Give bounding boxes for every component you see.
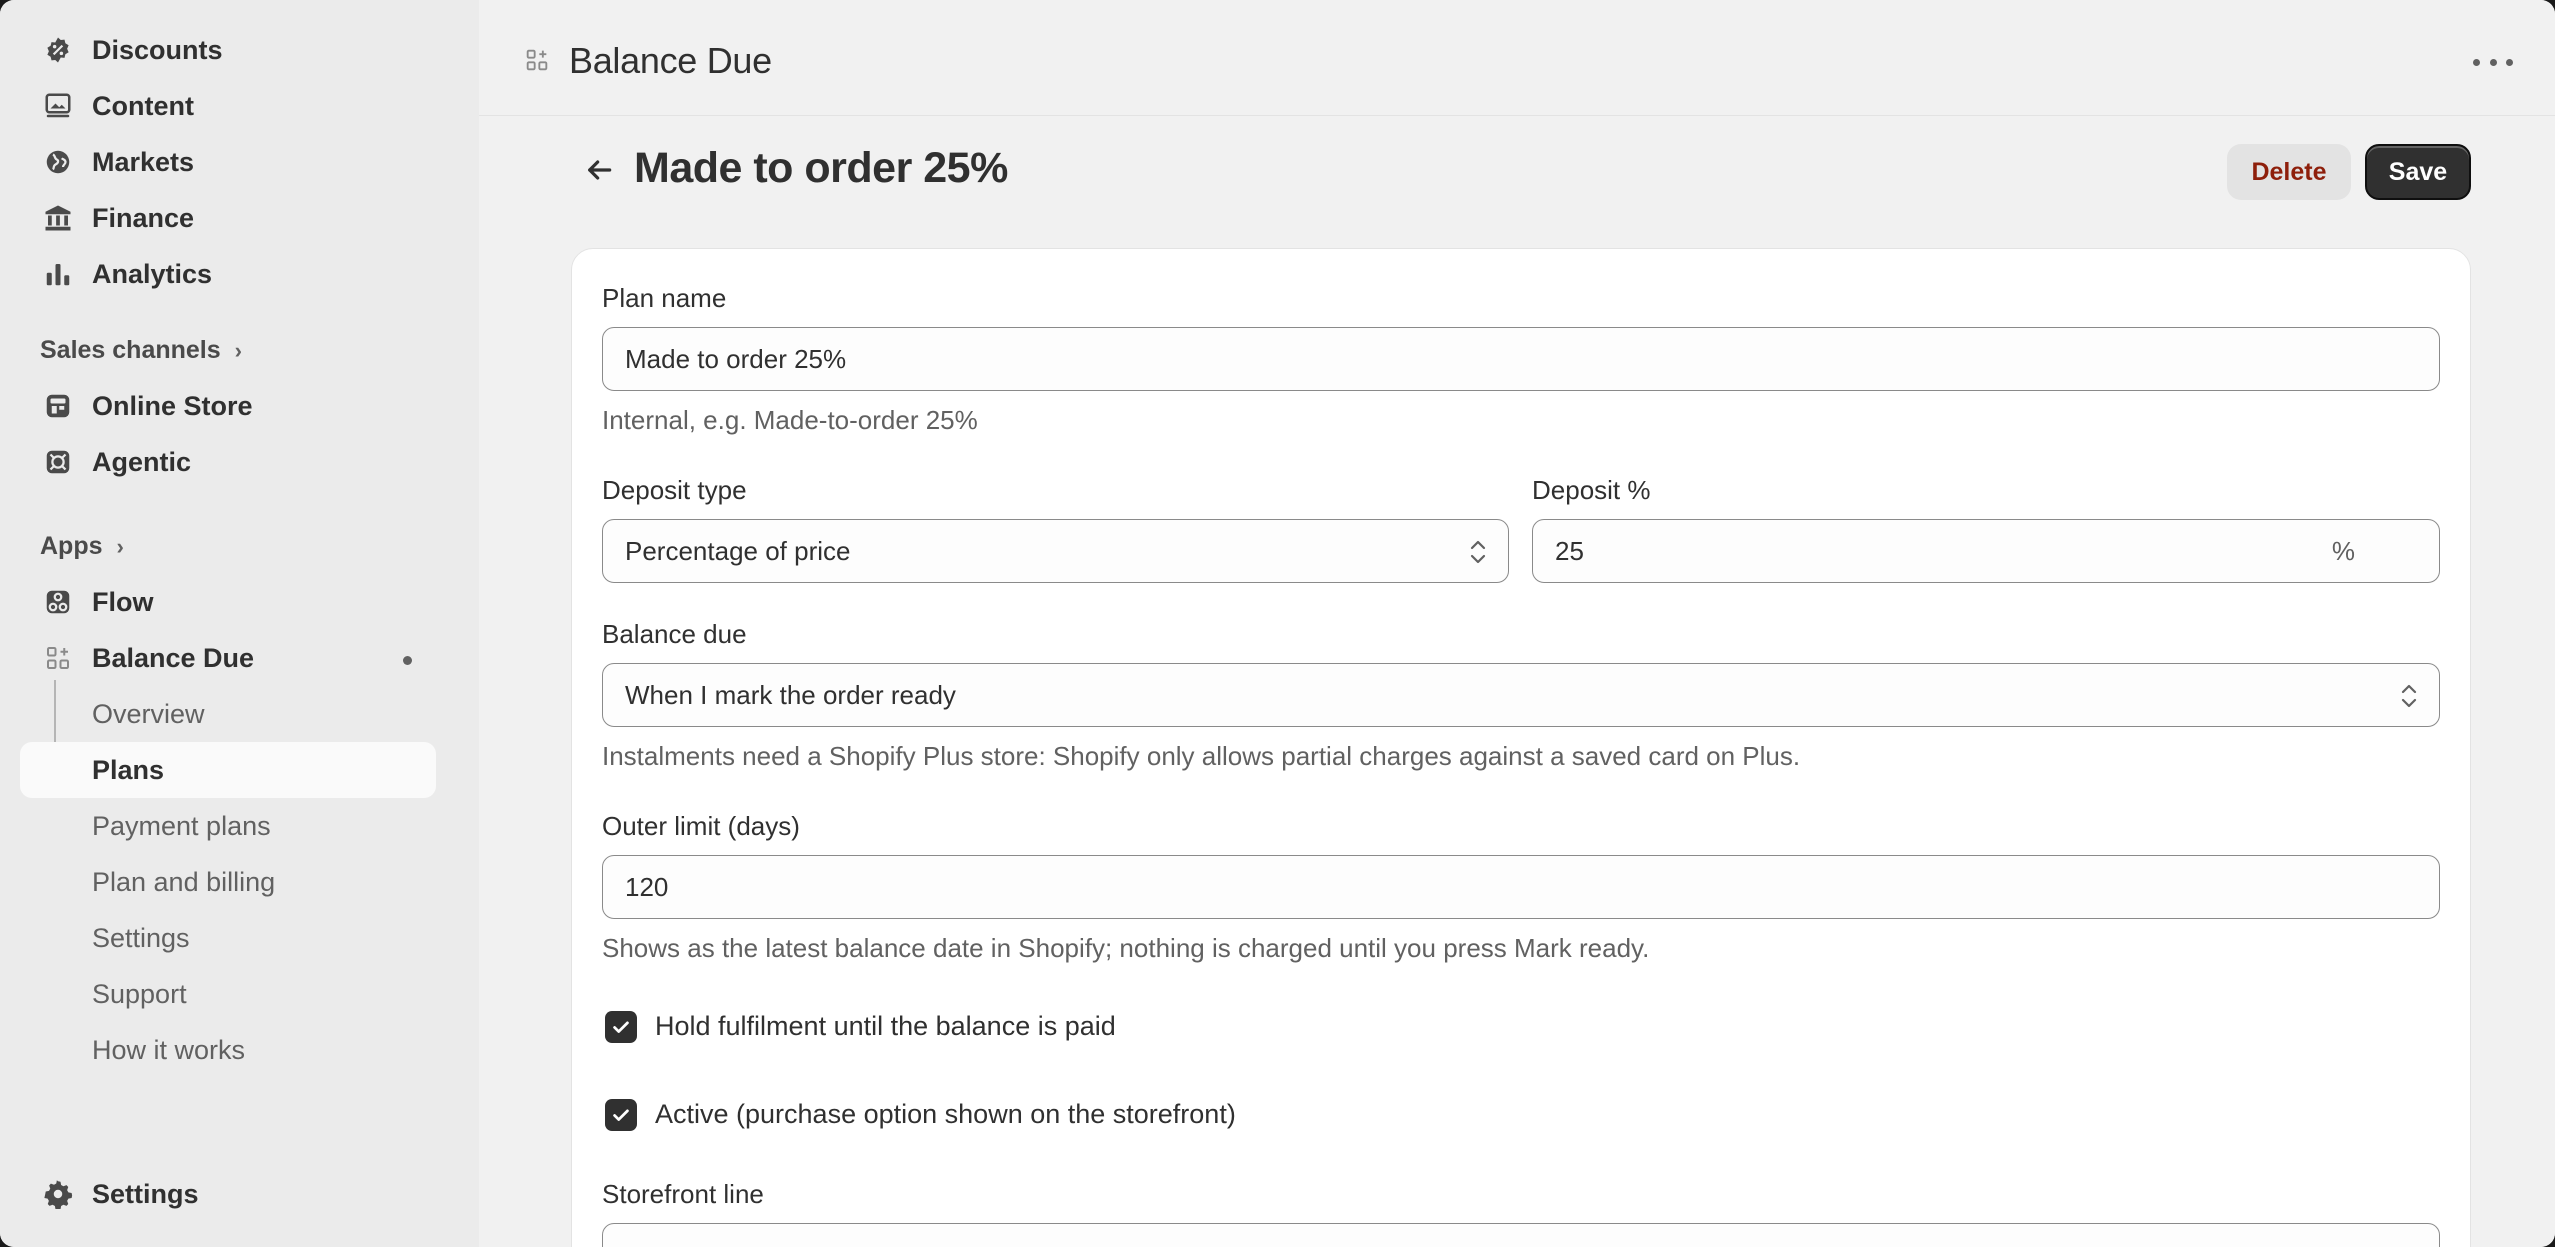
hold-fulfilment-checkbox[interactable] (605, 1011, 637, 1043)
sidebar-subitem-how-it-works[interactable]: How it works (20, 1022, 436, 1078)
storefront-line-label: Storefront line (602, 1179, 764, 1209)
outer-limit-value: 120 (625, 871, 669, 902)
bar-chart-icon (32, 248, 84, 300)
active-label[interactable]: Active (purchase option shown on the sto… (655, 1099, 1236, 1130)
sidebar-subitem-plans[interactable]: Plans (20, 742, 436, 798)
bank-icon (32, 192, 84, 244)
sidebar-item-analytics[interactable]: Analytics (20, 248, 436, 300)
deposit-percent-label: Deposit % (1532, 475, 1651, 505)
select-arrows-icon (1468, 538, 1488, 566)
sidebar-item-balance-due[interactable]: Balance Due (20, 632, 436, 684)
sidebar-item-label: Agentic (92, 446, 192, 477)
deposit-type-value: Percentage of price (625, 535, 851, 566)
sidebar-item-label: Online Store (92, 390, 253, 421)
sidebar-item-label: Analytics (92, 258, 213, 289)
sidebar-item-label: Finance (92, 202, 195, 233)
back-arrow-icon[interactable] (579, 150, 619, 190)
sidebar-item-label: Balance Due (92, 642, 255, 673)
hold-fulfilment-label[interactable]: Hold fulfilment until the balance is pai… (655, 1011, 1116, 1042)
deposit-percent-value: 25 (1555, 535, 1584, 566)
select-arrows-icon (2399, 682, 2419, 710)
deposit-type-label: Deposit type (602, 475, 747, 505)
sidebar-item-markets[interactable]: Markets (20, 136, 436, 188)
sidebar-subitem-label: Overview (92, 698, 205, 729)
sidebar-subitem-label: Settings (92, 922, 190, 953)
plan-name-input[interactable]: Made to order 25% (602, 327, 2440, 391)
delete-button[interactable]: Delete (2227, 144, 2351, 200)
plan-name-help: Internal, e.g. Made-to-order 25% (602, 405, 978, 435)
percent-suffix: % (2331, 536, 2355, 566)
sidebar-item-settings[interactable]: Settings (20, 1168, 436, 1220)
sidebar-item-discounts[interactable]: Discounts (20, 24, 436, 76)
sidebar-item-flow[interactable]: Flow (20, 576, 436, 628)
sidebar-subitem-settings[interactable]: Settings (20, 910, 436, 966)
sidebar-subitem-plan-and-billing[interactable]: Plan and billing (20, 854, 436, 910)
sidebar-subitem-overview[interactable]: Overview (20, 686, 436, 742)
sidebar-item-label: Flow (92, 586, 154, 617)
plan-form-card: Plan name Made to order 25% Internal, e.… (571, 248, 2471, 1247)
sidebar-item-label: Discounts (92, 34, 223, 65)
more-options-icon[interactable] (2473, 52, 2513, 72)
agentic-icon (32, 436, 84, 488)
sidebar-item-label: Markets (92, 146, 195, 177)
section-heading-label: Sales channels (40, 336, 221, 364)
admin-window: Discounts Content Markets Finance Analyt (0, 0, 2555, 1247)
plan-name-label: Plan name (602, 283, 727, 313)
apps-heading[interactable]: Apps › (40, 532, 124, 561)
main-content: Balance Due Made to order 25% Delete Sav… (479, 0, 2555, 1247)
save-button[interactable]: Save (2365, 144, 2471, 200)
app-title: Balance Due (569, 40, 772, 81)
deposit-type-select[interactable]: Percentage of price (602, 519, 1509, 583)
outer-limit-label: Outer limit (days) (602, 811, 800, 841)
app-grid-icon (32, 632, 84, 684)
sidebar-subitem-support[interactable]: Support (20, 966, 436, 1022)
checkmark-icon (613, 1021, 629, 1033)
balance-due-help: Instalments need a Shopify Plus store: S… (602, 741, 1801, 771)
globe-icon (32, 136, 84, 188)
sidebar-item-label: Settings (92, 1178, 199, 1209)
sidebar-item-label: Content (92, 90, 194, 121)
chevron-right-icon: › (234, 337, 242, 363)
balance-due-label: Balance due (602, 619, 747, 649)
sidebar-subitem-label: How it works (92, 1034, 246, 1065)
balance-due-value: When I mark the order ready (625, 679, 956, 710)
sidebar-item-online-store[interactable]: Online Store (20, 380, 436, 432)
chevron-right-icon: › (116, 533, 124, 559)
active-checkbox[interactable] (605, 1099, 637, 1131)
sidebar-item-agentic[interactable]: Agentic (20, 436, 436, 488)
plan-name-value: Made to order 25% (625, 343, 847, 374)
deposit-percent-input[interactable]: 25 % (1532, 519, 2440, 583)
sidebar-subitem-payment-plans[interactable]: Payment plans (20, 798, 436, 854)
sidebar-subitem-label: Plan and billing (92, 866, 276, 897)
content-icon (32, 80, 84, 132)
gear-icon (32, 1168, 84, 1220)
checkmark-icon (613, 1109, 629, 1121)
outer-limit-input[interactable]: 120 (602, 855, 2440, 919)
sidebar-subitem-label: Support (92, 978, 187, 1009)
app-title-bar: Balance Due (479, 0, 2555, 116)
store-icon (32, 380, 84, 432)
flow-icon (32, 576, 84, 628)
sidebar: Discounts Content Markets Finance Analyt (0, 0, 479, 1247)
storefront-line-input[interactable] (602, 1223, 2440, 1247)
app-grid-icon (523, 46, 551, 74)
sidebar-subitem-label: Plans (92, 754, 165, 785)
balance-due-select[interactable]: When I mark the order ready (602, 663, 2440, 727)
section-heading-label: Apps (40, 532, 103, 560)
pin-dot-icon[interactable] (403, 656, 412, 665)
sidebar-item-finance[interactable]: Finance (20, 192, 436, 244)
sidebar-subitem-label: Payment plans (92, 810, 271, 841)
discount-icon (32, 24, 84, 76)
outer-limit-help: Shows as the latest balance date in Shop… (602, 933, 1650, 963)
sales-channels-heading[interactable]: Sales channels › (40, 336, 242, 365)
sidebar-item-content[interactable]: Content (20, 80, 436, 132)
page-title: Made to order 25% (634, 144, 1008, 192)
